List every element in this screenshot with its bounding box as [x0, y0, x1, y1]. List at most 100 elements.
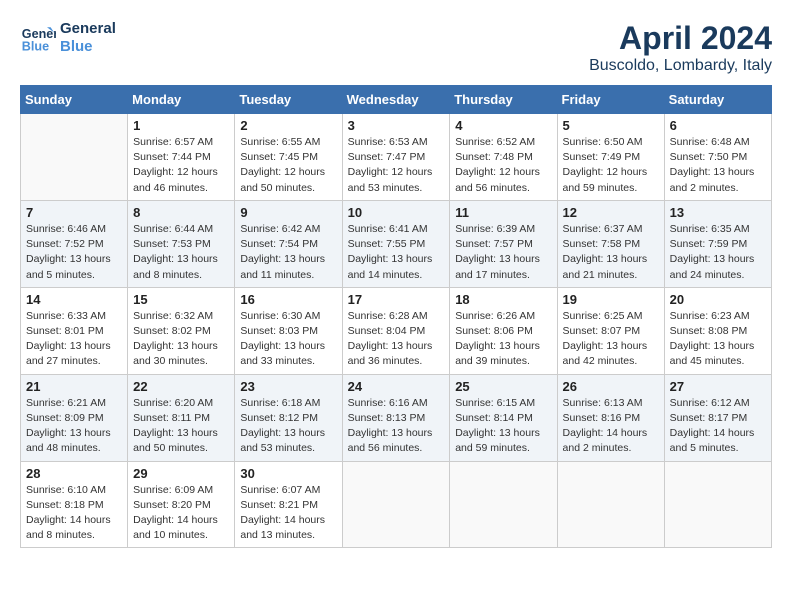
- day-detail: Sunrise: 6:52 AM Sunset: 7:48 PM Dayligh…: [455, 135, 551, 196]
- title-area: April 2024 Buscoldo, Lombardy, Italy: [589, 20, 772, 75]
- calendar-cell: [21, 114, 128, 201]
- day-detail: Sunrise: 6:42 AM Sunset: 7:54 PM Dayligh…: [240, 222, 336, 283]
- calendar-cell: 20 Sunrise: 6:23 AM Sunset: 8:08 PM Dayli…: [664, 287, 771, 374]
- day-detail: Sunrise: 6:21 AM Sunset: 8:09 PM Dayligh…: [26, 396, 122, 457]
- calendar-cell: 18 Sunrise: 6:26 AM Sunset: 8:06 PM Dayli…: [450, 287, 557, 374]
- calendar-cell: 28 Sunrise: 6:10 AM Sunset: 8:18 PM Dayli…: [21, 461, 128, 548]
- logo-line1: General: [60, 20, 116, 38]
- calendar-cell: 19 Sunrise: 6:25 AM Sunset: 8:07 PM Dayli…: [557, 287, 664, 374]
- day-detail: Sunrise: 6:44 AM Sunset: 7:53 PM Dayligh…: [133, 222, 229, 283]
- day-detail: Sunrise: 6:32 AM Sunset: 8:02 PM Dayligh…: [133, 309, 229, 370]
- calendar-cell: 27 Sunrise: 6:12 AM Sunset: 8:17 PM Dayli…: [664, 374, 771, 461]
- day-number: 8: [133, 205, 229, 220]
- calendar-cell: 3Sunrise: 6:53 AM Sunset: 7:47 PM Daylig…: [342, 114, 450, 201]
- day-detail: Sunrise: 6:26 AM Sunset: 8:06 PM Dayligh…: [455, 309, 551, 370]
- weekday-header-thursday: Thursday: [450, 86, 557, 114]
- day-number: 11: [455, 205, 551, 220]
- day-number: 21: [26, 379, 122, 394]
- day-detail: Sunrise: 6:15 AM Sunset: 8:14 PM Dayligh…: [455, 396, 551, 457]
- calendar-week-row: 28 Sunrise: 6:10 AM Sunset: 8:18 PM Dayli…: [21, 461, 772, 548]
- calendar-week-row: 14Sunrise: 6:33 AM Sunset: 8:01 PM Dayli…: [21, 287, 772, 374]
- calendar-cell: [664, 461, 771, 548]
- day-detail: Sunrise: 6:25 AM Sunset: 8:07 PM Dayligh…: [563, 309, 659, 370]
- day-detail: Sunrise: 6:12 AM Sunset: 8:17 PM Dayligh…: [670, 396, 766, 457]
- day-detail: Sunrise: 6:37 AM Sunset: 7:58 PM Dayligh…: [563, 222, 659, 283]
- day-detail: Sunrise: 6:41 AM Sunset: 7:55 PM Dayligh…: [348, 222, 445, 283]
- day-detail: Sunrise: 6:50 AM Sunset: 7:49 PM Dayligh…: [563, 135, 659, 196]
- day-detail: Sunrise: 6:07 AM Sunset: 8:21 PM Dayligh…: [240, 483, 336, 544]
- calendar-cell: 24 Sunrise: 6:16 AM Sunset: 8:13 PM Dayli…: [342, 374, 450, 461]
- day-number: 27: [670, 379, 766, 394]
- day-detail: Sunrise: 6:28 AM Sunset: 8:04 PM Dayligh…: [348, 309, 445, 370]
- day-detail: Sunrise: 6:23 AM Sunset: 8:08 PM Dayligh…: [670, 309, 766, 370]
- calendar-cell: 13Sunrise: 6:35 AM Sunset: 7:59 PM Dayli…: [664, 200, 771, 287]
- day-detail: Sunrise: 6:16 AM Sunset: 8:13 PM Dayligh…: [348, 396, 445, 457]
- calendar-cell: 14Sunrise: 6:33 AM Sunset: 8:01 PM Dayli…: [21, 287, 128, 374]
- calendar-cell: 26Sunrise: 6:13 AM Sunset: 8:16 PM Dayli…: [557, 374, 664, 461]
- day-number: 17: [348, 292, 445, 307]
- day-number: 24: [348, 379, 445, 394]
- calendar-cell: 10Sunrise: 6:41 AM Sunset: 7:55 PM Dayli…: [342, 200, 450, 287]
- calendar-cell: 21 Sunrise: 6:21 AM Sunset: 8:09 PM Dayli…: [21, 374, 128, 461]
- day-detail: Sunrise: 6:48 AM Sunset: 7:50 PM Dayligh…: [670, 135, 766, 196]
- weekday-header-tuesday: Tuesday: [235, 86, 342, 114]
- day-number: 20: [670, 292, 766, 307]
- calendar-week-row: 7 Sunrise: 6:46 AM Sunset: 7:52 PM Daylig…: [21, 200, 772, 287]
- day-detail: Sunrise: 6:33 AM Sunset: 8:01 PM Dayligh…: [26, 309, 122, 370]
- day-number: 18: [455, 292, 551, 307]
- calendar-cell: 2Sunrise: 6:55 AM Sunset: 7:45 PM Daylig…: [235, 114, 342, 201]
- calendar-cell: 17 Sunrise: 6:28 AM Sunset: 8:04 PM Dayli…: [342, 287, 450, 374]
- day-detail: Sunrise: 6:57 AM Sunset: 7:44 PM Dayligh…: [133, 135, 229, 196]
- calendar-cell: 5 Sunrise: 6:50 AM Sunset: 7:49 PM Daylig…: [557, 114, 664, 201]
- weekday-header-monday: Monday: [128, 86, 235, 114]
- day-number: 6: [670, 118, 766, 133]
- day-number: 29: [133, 466, 229, 481]
- day-number: 12: [563, 205, 659, 220]
- weekday-header-wednesday: Wednesday: [342, 86, 450, 114]
- calendar-cell: 15Sunrise: 6:32 AM Sunset: 8:02 PM Dayli…: [128, 287, 235, 374]
- logo-icon: General Blue: [20, 20, 56, 56]
- calendar-cell: 30 Sunrise: 6:07 AM Sunset: 8:21 PM Dayli…: [235, 461, 342, 548]
- calendar-cell: 12 Sunrise: 6:37 AM Sunset: 7:58 PM Dayli…: [557, 200, 664, 287]
- day-number: 4: [455, 118, 551, 133]
- calendar-cell: 1 Sunrise: 6:57 AM Sunset: 7:44 PM Daylig…: [128, 114, 235, 201]
- day-number: 30: [240, 466, 336, 481]
- day-number: 2: [240, 118, 336, 133]
- header: General Blue General Blue April 2024 Bus…: [20, 20, 772, 75]
- calendar-week-row: 1 Sunrise: 6:57 AM Sunset: 7:44 PM Daylig…: [21, 114, 772, 201]
- day-number: 1: [133, 118, 229, 133]
- month-title: April 2024: [589, 20, 772, 57]
- day-detail: Sunrise: 6:10 AM Sunset: 8:18 PM Dayligh…: [26, 483, 122, 544]
- calendar-cell: 23 Sunrise: 6:18 AM Sunset: 8:12 PM Dayli…: [235, 374, 342, 461]
- calendar-cell: 16Sunrise: 6:30 AM Sunset: 8:03 PM Dayli…: [235, 287, 342, 374]
- day-detail: Sunrise: 6:30 AM Sunset: 8:03 PM Dayligh…: [240, 309, 336, 370]
- calendar-cell: 8 Sunrise: 6:44 AM Sunset: 7:53 PM Daylig…: [128, 200, 235, 287]
- day-detail: Sunrise: 6:20 AM Sunset: 8:11 PM Dayligh…: [133, 396, 229, 457]
- calendar-cell: 9Sunrise: 6:42 AM Sunset: 7:54 PM Daylig…: [235, 200, 342, 287]
- day-detail: Sunrise: 6:46 AM Sunset: 7:52 PM Dayligh…: [26, 222, 122, 283]
- day-detail: Sunrise: 6:35 AM Sunset: 7:59 PM Dayligh…: [670, 222, 766, 283]
- calendar-cell: 4 Sunrise: 6:52 AM Sunset: 7:48 PM Daylig…: [450, 114, 557, 201]
- day-number: 22: [133, 379, 229, 394]
- day-number: 5: [563, 118, 659, 133]
- calendar-cell: [450, 461, 557, 548]
- calendar-cell: 29Sunrise: 6:09 AM Sunset: 8:20 PM Dayli…: [128, 461, 235, 548]
- logo: General Blue General Blue: [20, 20, 116, 56]
- calendar-cell: [557, 461, 664, 548]
- day-number: 26: [563, 379, 659, 394]
- day-number: 25: [455, 379, 551, 394]
- svg-text:Blue: Blue: [22, 40, 49, 54]
- weekday-header-saturday: Saturday: [664, 86, 771, 114]
- day-number: 28: [26, 466, 122, 481]
- calendar-cell: 7 Sunrise: 6:46 AM Sunset: 7:52 PM Daylig…: [21, 200, 128, 287]
- day-detail: Sunrise: 6:18 AM Sunset: 8:12 PM Dayligh…: [240, 396, 336, 457]
- day-number: 23: [240, 379, 336, 394]
- calendar-cell: [342, 461, 450, 548]
- calendar-cell: 25 Sunrise: 6:15 AM Sunset: 8:14 PM Dayli…: [450, 374, 557, 461]
- day-number: 19: [563, 292, 659, 307]
- location-title: Buscoldo, Lombardy, Italy: [589, 57, 772, 75]
- day-detail: Sunrise: 6:53 AM Sunset: 7:47 PM Dayligh…: [348, 135, 445, 196]
- day-number: 7: [26, 205, 122, 220]
- weekday-header-friday: Friday: [557, 86, 664, 114]
- weekday-header-row: SundayMondayTuesdayWednesdayThursdayFrid…: [21, 86, 772, 114]
